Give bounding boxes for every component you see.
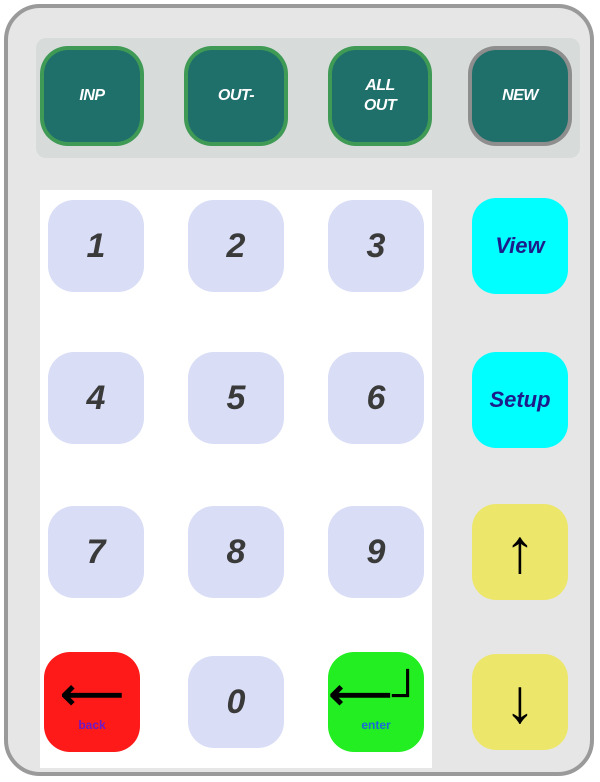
new-button[interactable]: NEW xyxy=(472,50,568,142)
back-button[interactable]: ⟵ back xyxy=(44,652,140,752)
key-8[interactable]: 8 xyxy=(188,506,284,598)
key-0-label: 0 xyxy=(226,682,246,721)
down-button[interactable]: ↓ xyxy=(472,654,568,750)
inp-button[interactable]: INP xyxy=(44,50,140,142)
all-out-label-line1: ALL xyxy=(365,77,395,94)
all-out-button[interactable]: ALL OUT xyxy=(332,50,428,142)
new-label: NEW xyxy=(502,87,538,104)
key-6-label: 6 xyxy=(366,378,386,417)
enter-button[interactable]: ⟵┘ enter xyxy=(328,652,424,752)
key-9[interactable]: 9 xyxy=(328,506,424,598)
enter-label: enter xyxy=(361,718,391,732)
setup-button[interactable]: Setup xyxy=(472,352,568,448)
back-arrow-icon: ⟵ xyxy=(60,670,124,719)
enter-arrow-icon: ⟵┘ xyxy=(328,670,424,719)
key-7[interactable]: 7 xyxy=(48,506,144,598)
key-1-label: 1 xyxy=(86,226,106,265)
key-4-label: 4 xyxy=(86,378,106,417)
arrow-up-icon: ↑ xyxy=(504,517,536,586)
up-button[interactable]: ↑ xyxy=(472,504,568,600)
key-7-label: 7 xyxy=(86,532,106,571)
key-5-label: 5 xyxy=(226,378,246,417)
arrow-down-icon: ↓ xyxy=(504,667,536,736)
setup-label: Setup xyxy=(489,387,551,412)
inp-label: INP xyxy=(79,87,105,104)
out-label: OUT- xyxy=(217,87,255,104)
key-5[interactable]: 5 xyxy=(188,352,284,444)
key-1[interactable]: 1 xyxy=(48,200,144,292)
key-2[interactable]: 2 xyxy=(188,200,284,292)
key-2-label: 2 xyxy=(226,226,246,265)
key-8-label: 8 xyxy=(226,532,246,571)
key-3[interactable]: 3 xyxy=(328,200,424,292)
key-0[interactable]: 0 xyxy=(188,656,284,748)
view-button[interactable]: View xyxy=(472,198,568,294)
key-6[interactable]: 6 xyxy=(328,352,424,444)
key-3-label: 3 xyxy=(366,226,386,265)
key-9-label: 9 xyxy=(366,532,386,571)
out-button[interactable]: OUT- xyxy=(188,50,284,142)
all-out-label-line2: OUT xyxy=(363,97,397,114)
back-label: back xyxy=(78,718,106,732)
view-label: View xyxy=(495,233,545,258)
key-4[interactable]: 4 xyxy=(48,352,144,444)
